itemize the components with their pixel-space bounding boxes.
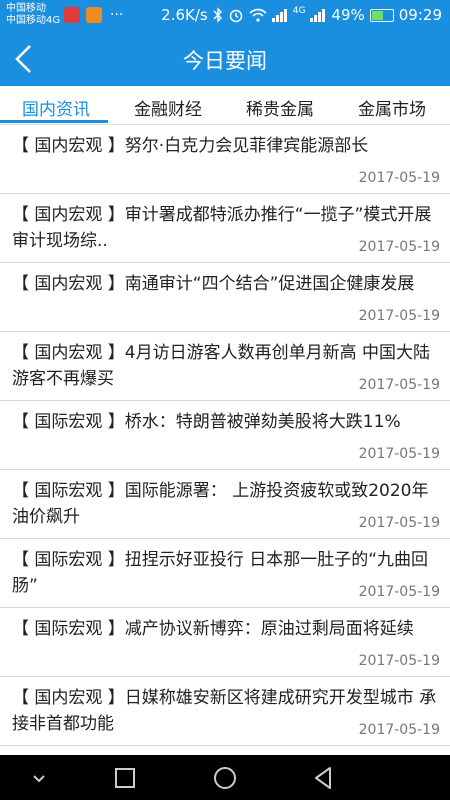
list-item[interactable]: 【 国际宏观 】扭捏示好亚投行 日本那一肚子的“九曲回肠” 2017-05-19 [0,539,450,608]
recents-square-icon[interactable] [112,765,138,791]
news-date: 2017-05-19 [358,653,440,669]
tab-precious-metals[interactable]: 稀贵金属 [246,95,314,120]
news-date: 2017-05-19 [358,377,440,393]
signal-icon [271,9,287,22]
news-headline: 【 国内宏观 】南通审计“四个结合”促进国企健康发展 [12,274,415,294]
news-date: 2017-05-19 [358,308,440,324]
signal-icon-2 [310,9,326,22]
list-item[interactable]: 【 国内宏观 】日媒称雄安新区将建成研究开发型城市 承接非首都功能 2017-0… [0,677,450,746]
page-title: 今日要闻 [183,49,267,73]
back-triangle-icon[interactable] [311,765,337,791]
list-item[interactable]: 【 国际宏观 】桥水：特朗普被弹劾美股将大跌11% 2017-05-19 [0,401,450,470]
tab-bar: 国内资讯 金融财经 稀贵金属 金属市场 [0,86,450,125]
orange-app-icon [86,7,102,23]
app-bar: 今日要闻 [0,32,450,86]
news-date: 2017-05-19 [358,722,440,738]
news-list: 【 国内宏观 】努尔·白克力会见菲律宾能源部长 2017-05-19 【 国内宏… [0,125,450,755]
list-item[interactable]: 【 国内宏观 】4月访日游客人数再创单月新高 中国大陆游客不再爆买 2017-0… [0,332,450,401]
news-date: 2017-05-19 [358,239,440,255]
more-dots: ··· [110,7,124,23]
chevron-down-icon[interactable] [26,765,52,791]
carrier-2: 中国移动4G [6,15,61,26]
battery-icon [369,8,394,22]
home-circle-icon[interactable] [212,765,238,791]
list-item[interactable]: 【 国内宏观 】努尔·白克力会见菲律宾能源部长 2017-05-19 [0,125,450,194]
system-nav-bar [0,755,450,800]
alarm-icon [229,9,242,23]
network-speed: 2.6K/s [161,6,208,24]
battery-percent: 49% [331,6,365,24]
list-item[interactable]: 【 国内宏观 】审计署成都特派办推行“一揽子”模式开展审计现场综.. 2017-… [0,194,450,263]
wifi-icon [249,8,267,22]
news-headline: 【 国内宏观 】努尔·白克力会见菲律宾能源部长 [12,136,369,156]
carrier-info: 中国移动 中国移动4G [6,3,60,27]
news-headline: 【 国际宏观 】减产协议新博弈：原油过剩局面将延续 [12,619,414,639]
clock: 09:29 [398,6,442,24]
carrier-1: 中国移动 [6,3,46,14]
news-headline: 【 国际宏观 】桥水：特朗普被弹劾美股将大跌11% [12,412,401,432]
status-bar: 中国移动 中国移动4G ··· 2.6K/s 4G 49% 09:29 [0,0,450,32]
bluetooth-icon [213,7,222,23]
news-date: 2017-05-19 [358,515,440,531]
tab-metals-market[interactable]: 金属市场 [358,95,426,120]
news-date: 2017-05-19 [358,584,440,600]
tab-domestic-news[interactable]: 国内资讯 [22,95,90,120]
list-item[interactable]: 【 国际宏观 】国际能源署： 上游投资疲软或致2020年油价飙升 2017-05… [0,470,450,539]
news-date: 2017-05-19 [358,446,440,462]
tab-finance[interactable]: 金融财经 [134,95,202,120]
list-item[interactable]: 【 国际宏观 】减产协议新博弈：原油过剩局面将延续 2017-05-19 [0,608,450,677]
huawei-app-icon [64,7,80,23]
active-tab-indicator [0,120,108,123]
list-item[interactable]: 【 国内宏观 】南通审计“四个结合”促进国企健康发展 2017-05-19 [0,263,450,332]
network-type: 4G [292,5,306,16]
news-date: 2017-05-19 [358,170,440,186]
